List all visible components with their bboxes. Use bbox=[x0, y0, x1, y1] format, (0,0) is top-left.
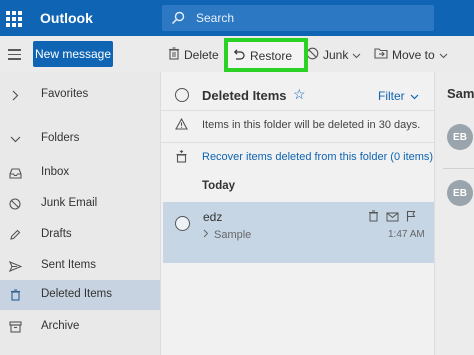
retention-notice: Items in this folder will be deleted in … bbox=[161, 110, 435, 138]
sidebar-item-label: Archive bbox=[41, 320, 80, 332]
sidebar-item-label: Deleted Items bbox=[41, 288, 112, 300]
sidebar-item-deleted-items[interactable]: Deleted Items bbox=[0, 280, 160, 310]
inbox-icon bbox=[8, 166, 22, 180]
sidebar-item-label: Junk Email bbox=[41, 197, 98, 209]
trash-icon bbox=[168, 47, 180, 63]
archive-icon bbox=[8, 320, 22, 334]
warning-icon bbox=[175, 117, 188, 133]
favorites-header[interactable]: Favorites bbox=[0, 80, 160, 110]
message-subject-text: Sample bbox=[214, 229, 252, 241]
app-title[interactable]: Outlook bbox=[40, 10, 93, 26]
sidebar-item-sent-items[interactable]: Sent Items bbox=[0, 251, 160, 281]
block-icon bbox=[8, 197, 22, 211]
app-launcher-icon[interactable] bbox=[6, 11, 22, 27]
folder-title: Deleted Items bbox=[202, 88, 287, 103]
message-time: 1:47 AM bbox=[388, 229, 425, 240]
undo-icon bbox=[232, 48, 245, 64]
delete-label: Delete bbox=[184, 48, 219, 62]
chevron-right-icon bbox=[203, 229, 209, 238]
sidebar-item-inbox[interactable]: Inbox bbox=[0, 158, 160, 188]
message-subject: Sample bbox=[203, 229, 251, 241]
delete-button[interactable]: Delete bbox=[168, 47, 219, 63]
chevron-down-icon bbox=[439, 48, 448, 62]
move-to-label: Move to bbox=[392, 47, 435, 62]
folder-move-icon bbox=[374, 47, 388, 62]
reading-pane: Sam EB EB bbox=[434, 72, 474, 355]
notice-text: Items in this folder will be deleted in … bbox=[202, 119, 421, 131]
message-sender: edz bbox=[203, 210, 223, 224]
select-checkbox[interactable] bbox=[175, 216, 190, 231]
folders-label: Folders bbox=[41, 132, 80, 144]
sidebar-item-junk-email[interactable]: Junk Email bbox=[0, 189, 160, 219]
sidebar-item-label: Sent Items bbox=[41, 259, 96, 271]
recover-row[interactable]: Recover items deleted from this folder (… bbox=[161, 142, 435, 170]
select-all-checkbox[interactable] bbox=[175, 88, 189, 102]
search-icon bbox=[171, 11, 185, 30]
app-bar: Outlook Search bbox=[0, 0, 474, 36]
pencil-icon bbox=[8, 228, 22, 242]
move-to-button[interactable]: Move to bbox=[374, 47, 448, 62]
avatar[interactable]: EB bbox=[447, 124, 473, 150]
filter-button[interactable]: Filter bbox=[378, 89, 419, 103]
trash-icon bbox=[8, 288, 22, 302]
avatar[interactable]: EB bbox=[447, 180, 473, 206]
sidebar-item-drafts[interactable]: Drafts bbox=[0, 220, 160, 250]
new-message-button[interactable]: New message bbox=[33, 41, 113, 67]
message-list: Deleted Items ☆ Filter Items in this fol… bbox=[160, 72, 435, 355]
recover-icon bbox=[175, 149, 188, 166]
send-icon bbox=[8, 259, 22, 273]
message-quick-actions bbox=[368, 209, 416, 227]
list-item[interactable]: edz Sample 1:47 AM bbox=[163, 202, 434, 263]
sidebar-item-archive[interactable]: Archive bbox=[0, 312, 160, 342]
reading-pane-header: Sam bbox=[447, 86, 474, 101]
divider bbox=[443, 168, 474, 169]
restore-button[interactable]: Restore bbox=[232, 48, 292, 64]
junk-button[interactable]: Junk bbox=[306, 47, 361, 63]
list-header: Deleted Items ☆ Filter bbox=[161, 82, 435, 110]
sidebar-item-label: Drafts bbox=[41, 228, 72, 240]
chevron-right-icon bbox=[8, 88, 22, 102]
sidebar-item-label: Inbox bbox=[41, 166, 70, 178]
trash-icon[interactable] bbox=[368, 209, 379, 227]
filter-label: Filter bbox=[378, 89, 405, 103]
chevron-down-icon bbox=[352, 48, 361, 62]
recover-link[interactable]: Recover items deleted from this folder (… bbox=[202, 151, 433, 163]
star-icon[interactable]: ☆ bbox=[293, 86, 306, 103]
restore-label: Restore bbox=[250, 49, 293, 63]
menu-icon[interactable] bbox=[8, 49, 21, 63]
group-header-today: Today bbox=[202, 180, 236, 192]
folder-pane: Favorites Folders Inbox Junk Email Draft… bbox=[0, 72, 160, 355]
favorites-label: Favorites bbox=[41, 88, 89, 100]
chevron-down-icon bbox=[8, 132, 22, 146]
search-placeholder: Search bbox=[196, 11, 235, 25]
flag-icon[interactable] bbox=[406, 209, 416, 227]
envelope-icon[interactable] bbox=[386, 209, 399, 227]
junk-label: Junk bbox=[323, 48, 349, 62]
search-input[interactable]: Search bbox=[162, 5, 434, 31]
folders-header[interactable]: Folders bbox=[0, 124, 160, 154]
